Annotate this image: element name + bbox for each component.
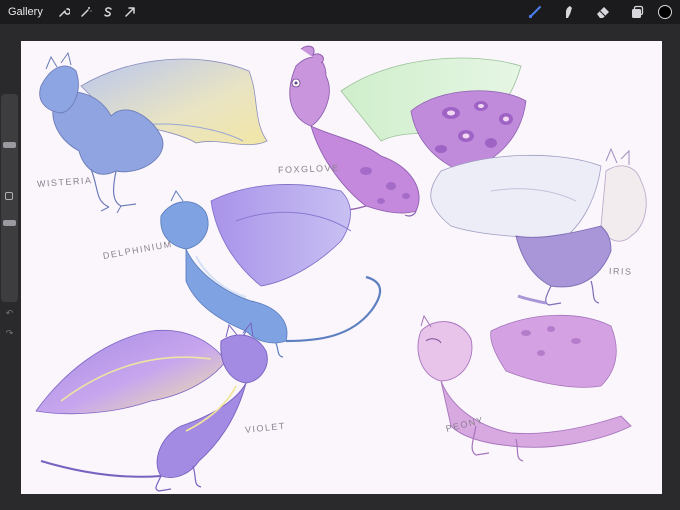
top-toolbar: Gallery xyxy=(0,0,680,24)
dragon-peony xyxy=(417,314,632,462)
right-tool-group xyxy=(518,0,680,24)
undo-icon[interactable]: ↶ xyxy=(3,308,16,318)
wrench-icon[interactable] xyxy=(53,2,75,22)
opacity-slider[interactable] xyxy=(3,220,16,226)
smudge-icon[interactable] xyxy=(552,2,586,22)
redo-icon[interactable]: ↷ xyxy=(3,328,16,338)
brush-icon[interactable] xyxy=(518,2,552,22)
gallery-button[interactable]: Gallery xyxy=(8,6,43,18)
layers-icon[interactable] xyxy=(620,2,654,22)
current-color-swatch[interactable] xyxy=(658,5,672,19)
transform-arrow-icon[interactable] xyxy=(119,2,141,22)
brush-size-slider[interactable] xyxy=(3,142,16,148)
artwork xyxy=(35,45,647,492)
modify-button[interactable] xyxy=(5,192,13,200)
dragon-iris xyxy=(430,147,647,306)
selection-s-icon[interactable] xyxy=(97,2,119,22)
drawing-canvas[interactable]: WISTERIA FOXGLOVE DELPHINIUM IRIS VIOLET… xyxy=(21,41,662,494)
dragon-violet xyxy=(35,321,268,492)
label-foxglove: FOXGLOVE xyxy=(277,162,340,175)
dragon-delphinium xyxy=(160,184,382,358)
eraser-icon[interactable] xyxy=(586,2,620,22)
magic-wand-icon[interactable] xyxy=(75,2,97,22)
dragon-wisteria xyxy=(39,51,268,214)
left-sidebar: ↶ ↷ xyxy=(1,94,18,338)
label-iris: IRIS xyxy=(608,266,633,277)
